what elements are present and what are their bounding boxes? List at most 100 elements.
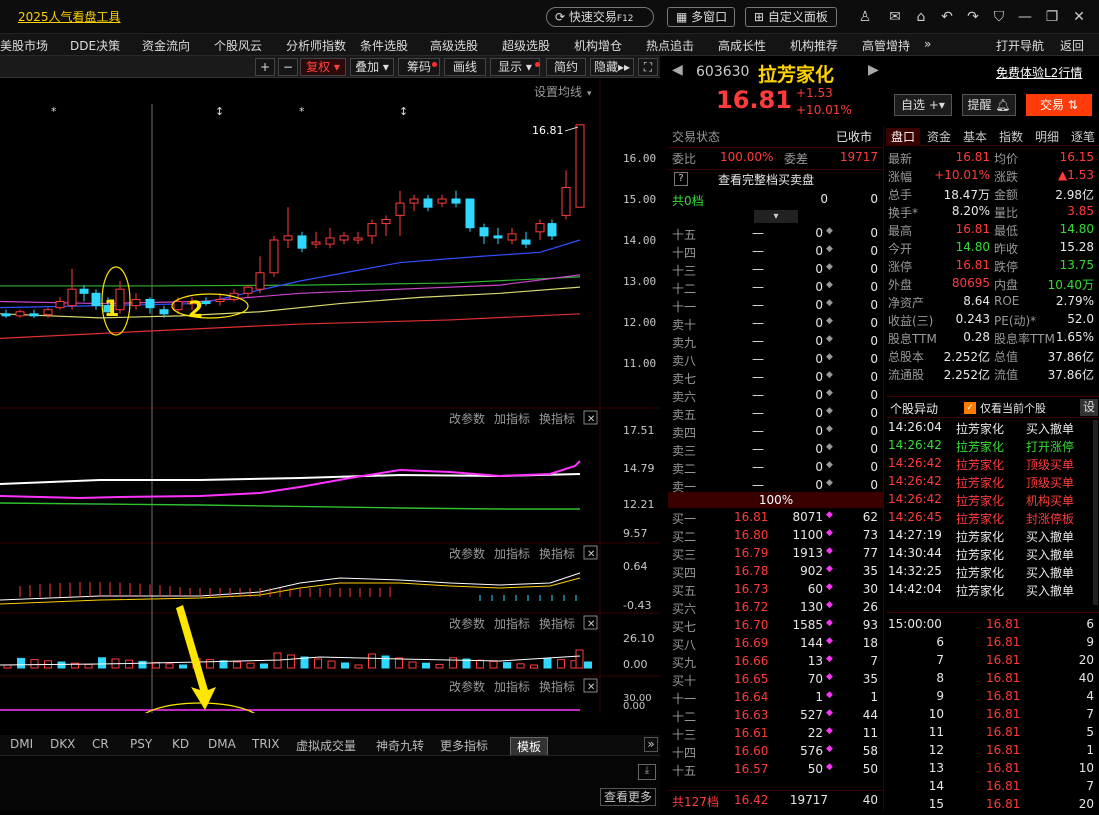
download-icon[interactable]: ⤓ — [638, 764, 656, 780]
collapse-icon[interactable]: ▾ — [754, 210, 798, 223]
menu-item[interactable]: 资金流向 — [142, 37, 190, 54]
indicator-tab[interactable]: DMA — [208, 737, 236, 751]
mover-stock[interactable]: 拉芳家化 — [956, 582, 1004, 600]
candle-body[interactable] — [67, 288, 77, 307]
indicator-tab[interactable]: KD — [172, 737, 189, 751]
panel-button[interactable]: 换指标 — [539, 616, 575, 631]
candle-body[interactable] — [173, 301, 183, 311]
candle-body[interactable] — [493, 235, 503, 239]
indicator-tab[interactable]: 神奇九转 — [376, 737, 424, 754]
event-marker[interactable]: ↕ — [215, 105, 224, 118]
menu-item[interactable]: 机构增仓 — [574, 37, 622, 54]
candle-body[interactable] — [29, 313, 39, 317]
multi-window-button[interactable]: ▦ 多窗口 — [667, 7, 735, 27]
quick-trade-button[interactable]: ⟳ 快速交易F12 — [546, 7, 654, 27]
candle-body[interactable] — [547, 223, 557, 237]
prev-stock-icon[interactable]: ◀ — [672, 62, 683, 78]
candle-body[interactable] — [297, 235, 307, 249]
quote-tab[interactable]: 明细 — [1030, 128, 1064, 146]
mover-stock[interactable]: 拉芳家化 — [956, 420, 1004, 438]
menu-item[interactable]: 个股风云 — [214, 37, 262, 54]
indicator-tab[interactable]: 更多指标 — [440, 737, 488, 754]
indicator-tab[interactable]: 模板 — [510, 737, 549, 756]
candle-body[interactable] — [43, 309, 53, 316]
event-marker[interactable]: * — [299, 105, 305, 118]
overlay-button[interactable]: 叠加 ▾ — [350, 58, 394, 76]
event-marker[interactable]: ↕ — [399, 105, 408, 118]
quote-tab[interactable]: 逐笔 — [1066, 128, 1099, 146]
movers-settings-button[interactable]: 设 — [1080, 399, 1098, 416]
mover-stock[interactable]: 拉芳家化 — [956, 564, 1004, 582]
event-marker[interactable]: * — [51, 105, 57, 118]
panel-button[interactable]: 改参数 — [449, 616, 485, 631]
undo-icon[interactable]: ↶ — [938, 8, 956, 26]
l2-link[interactable]: 免费体验L2行情 — [996, 64, 1082, 81]
menu-item[interactable]: 打开导航 — [996, 37, 1044, 54]
candle-body[interactable] — [479, 227, 489, 237]
candle-body[interactable] — [131, 298, 141, 307]
full-book-link[interactable]: 查看完整档买卖盘 — [718, 171, 814, 189]
checkbox-checked-icon[interactable]: ✓ — [964, 402, 976, 414]
mover-stock[interactable]: 拉芳家化 — [956, 528, 1004, 546]
menu-item[interactable]: 高管增持 — [862, 37, 910, 54]
panel-button[interactable]: 加指标 — [494, 546, 530, 561]
mover-stock[interactable]: 拉芳家化 — [956, 546, 1004, 564]
menu-item[interactable]: 分析师指数 — [286, 37, 346, 54]
chip-button[interactable]: 筹码 — [398, 58, 440, 76]
candle-body[interactable] — [215, 298, 225, 302]
menu-item[interactable]: » — [924, 37, 931, 51]
candle-body[interactable] — [91, 292, 101, 307]
user-icon[interactable]: ♙ — [856, 8, 874, 26]
app-title[interactable]: 2025人气看盘工具 — [18, 8, 121, 25]
menu-item[interactable]: 超级选股 — [502, 37, 550, 54]
candle-body[interactable] — [311, 241, 321, 245]
mover-stock[interactable]: 拉芳家化 — [956, 492, 1004, 510]
indicator-tab[interactable]: TRIX — [252, 737, 279, 751]
candle-body[interactable] — [79, 288, 89, 294]
mover-stock[interactable]: 拉芳家化 — [956, 438, 1004, 456]
indicator-tab[interactable]: PSY — [130, 737, 152, 751]
candle-body[interactable] — [451, 198, 461, 204]
close-icon[interactable]: ✕ — [587, 619, 595, 630]
panel-button[interactable]: 加指标 — [494, 616, 530, 631]
candle-body[interactable] — [465, 198, 475, 229]
hide-button[interactable]: 隐藏▸▸ — [590, 58, 634, 76]
candle-body[interactable] — [15, 311, 25, 317]
panel-button[interactable]: 换指标 — [539, 411, 575, 426]
candle-body[interactable] — [409, 198, 419, 204]
quote-tab[interactable]: 盘口 — [886, 128, 920, 146]
simple-button[interactable]: 简约 — [546, 58, 586, 76]
custom-panel-button[interactable]: ⊞ 自定义面板 — [745, 7, 837, 27]
indicator-tab[interactable]: DMI — [10, 737, 33, 751]
candle-body[interactable] — [159, 309, 169, 315]
fuquan-button[interactable]: 复权 ▾ — [300, 58, 346, 76]
menu-item[interactable]: 返回 — [1060, 37, 1084, 54]
scroll-right-icon[interactable]: » — [644, 737, 658, 752]
close-icon[interactable]: ✕ — [587, 549, 595, 560]
close-icon[interactable]: ✕ — [587, 414, 595, 425]
panel-button[interactable]: 改参数 — [449, 411, 485, 426]
display-button[interactable]: 显示 ▾ — [490, 58, 540, 76]
panel-button[interactable]: 加指标 — [494, 411, 530, 426]
candle-body[interactable] — [339, 235, 349, 241]
quote-tab[interactable]: 指数 — [994, 128, 1028, 146]
candle-body[interactable] — [575, 124, 585, 208]
panel-button[interactable]: 改参数 — [449, 546, 485, 561]
help-icon[interactable]: ? — [674, 172, 688, 186]
mover-stock[interactable]: 拉芳家化 — [956, 510, 1004, 528]
next-stock-icon[interactable]: ▶ — [868, 62, 879, 78]
indicator-tab[interactable]: CR — [92, 737, 109, 751]
chevron-down-icon[interactable]: ▾ — [587, 89, 592, 99]
add-watch-button[interactable]: 自选 +▾ — [894, 94, 952, 116]
candle-body[interactable] — [521, 239, 531, 245]
trade-button[interactable]: 交易 ⇅ — [1026, 94, 1092, 116]
panel-button[interactable]: 加指标 — [494, 679, 530, 694]
candle-body[interactable] — [507, 233, 517, 241]
candle-body[interactable] — [395, 202, 405, 216]
candle-body[interactable] — [145, 298, 155, 309]
candle-body[interactable] — [381, 219, 391, 225]
chart-area[interactable]: 设置均线 ▾ 16.00 15.00 14.00 13.00 12.00 11.00 * ↕ * ↕ 1… — [0, 78, 660, 744]
menu-item[interactable]: 高成长性 — [718, 37, 766, 54]
draw-line-button[interactable]: 画线 — [444, 58, 486, 76]
shirt-icon[interactable]: ⛉ — [990, 8, 1008, 26]
